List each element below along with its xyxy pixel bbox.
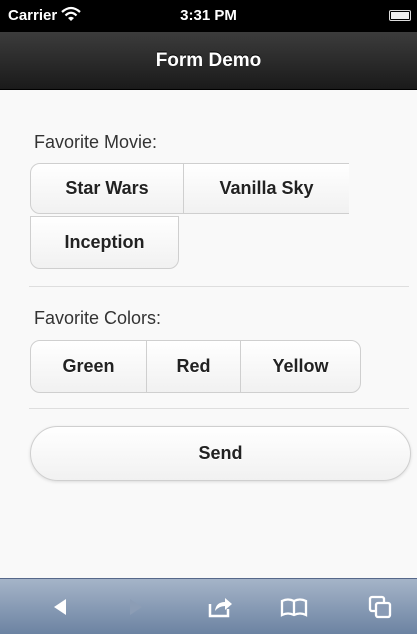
status-bar: Carrier 3:31 PM — [0, 0, 417, 32]
bookmarks-icon — [280, 598, 308, 617]
tabs-icon — [368, 595, 392, 619]
form-content: Favorite Movie: Star Wars Vanilla Sky In… — [0, 90, 417, 578]
bookmarks-button[interactable] — [274, 590, 314, 624]
share-icon — [208, 598, 232, 618]
color-option-green[interactable]: Green — [30, 340, 147, 393]
page-title: Form Demo — [0, 32, 417, 90]
app-screen: Carrier 3:31 PM Form Demo Favorite Movie… — [0, 0, 417, 634]
favorite-colors-label: Favorite Colors: — [34, 308, 162, 328]
share-button[interactable] — [200, 590, 240, 624]
movie-option-inception[interactable]: Inception — [30, 216, 179, 269]
back-arrow-icon — [54, 599, 66, 615]
movie-option-star-wars[interactable]: Star Wars — [30, 163, 184, 214]
divider — [29, 408, 409, 409]
movie-option-vanilla-sky[interactable]: Vanilla Sky — [183, 163, 349, 214]
favorite-movie-label: Favorite Movie: — [34, 132, 158, 152]
color-option-red[interactable]: Red — [146, 340, 241, 393]
tabs-button[interactable] — [360, 590, 400, 624]
back-button[interactable] — [40, 590, 80, 624]
send-button[interactable]: Send — [30, 426, 411, 481]
battery-icon — [389, 10, 411, 21]
forward-arrow-icon — [130, 599, 142, 615]
forward-button[interactable] — [116, 590, 156, 624]
status-time: 3:31 PM — [180, 7, 237, 24]
browser-toolbar — [0, 578, 417, 634]
divider — [29, 286, 409, 287]
color-option-yellow[interactable]: Yellow — [240, 340, 361, 393]
